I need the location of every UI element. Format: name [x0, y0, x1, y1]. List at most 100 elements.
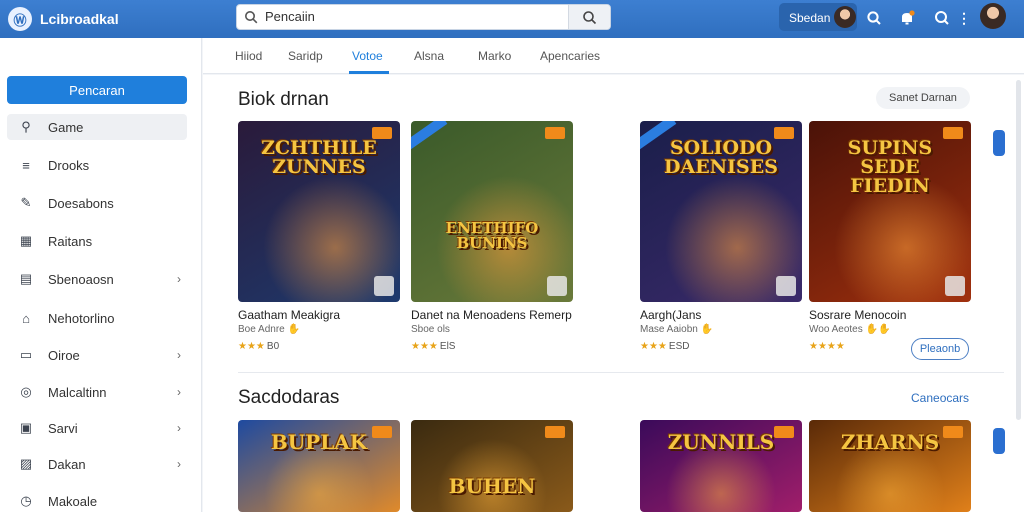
- game-cover-image[interactable]: ENETHIFO BUNINS: [411, 121, 573, 302]
- cover-title: SOLIODO DAENISES: [664, 137, 778, 178]
- tab-votoe[interactable]: Votoe: [352, 49, 383, 63]
- expand-icon[interactable]: [776, 276, 796, 296]
- carousel-next-peek[interactable]: [993, 428, 1005, 454]
- sidebar-item[interactable]: ≡ Drooks: [7, 152, 187, 178]
- globe-icon: ◎: [20, 384, 32, 399]
- section-divider: [238, 372, 1004, 373]
- search-icon[interactable]: [864, 8, 884, 28]
- sidebar-item-label: Drooks: [48, 157, 90, 173]
- badge: [774, 127, 794, 139]
- sidebar-item-label: Oiroe: [48, 347, 80, 363]
- stack-icon: ≡: [22, 157, 30, 173]
- sidebar-item-label: Sarvi: [48, 420, 78, 436]
- sidebar-item-label: Doesabons: [48, 195, 114, 211]
- game-title[interactable]: Aargh(Jans: [640, 308, 701, 322]
- search-icon: [244, 10, 258, 29]
- game-cover-image[interactable]: BUPLAK: [238, 420, 400, 512]
- top-bar: Ⓦ Lcibroadkal Sbedan ⋮: [0, 0, 1024, 38]
- rating-stars: ★★★ B0: [238, 341, 279, 352]
- user-menu[interactable]: Sbedan: [779, 3, 857, 31]
- primary-search-button[interactable]: Pencaran: [7, 76, 187, 104]
- tab-marko[interactable]: Marko: [478, 49, 511, 63]
- badge: [545, 127, 565, 139]
- briefcase-icon: ▭: [19, 347, 33, 362]
- star-icons: ★★★: [411, 341, 438, 352]
- user-name: Sbedan: [789, 11, 831, 25]
- rating-stars: ★★★ ElS: [411, 341, 455, 352]
- section-title: Biok drnan: [238, 89, 329, 110]
- sidebar-item-label: Malcaltinn: [48, 384, 107, 400]
- chat-icon[interactable]: [932, 8, 952, 28]
- sidebar-item[interactable]: ▣ Sarvi ›: [7, 415, 187, 441]
- tab-hiiod[interactable]: Hiiod: [235, 49, 262, 63]
- game-subtitle: Woo Aeotes ✋✋: [809, 324, 891, 335]
- sidebar-item-label: Makoale: [48, 493, 98, 509]
- cover-title: ZCHTHILE ZUNNES: [261, 137, 377, 178]
- sidebar-item[interactable]: ✎ Doesabons: [7, 190, 187, 216]
- rating-stars: ★★★★: [809, 341, 847, 352]
- search-bar: [236, 4, 611, 30]
- section-action-button[interactable]: Sanet Darnan: [876, 87, 970, 109]
- clock-icon: ◷: [20, 493, 32, 508]
- expand-icon[interactable]: [945, 276, 965, 296]
- chevron-right-icon: ›: [177, 421, 181, 435]
- search-input[interactable]: [265, 9, 565, 24]
- rating-count: ElS: [439, 341, 456, 352]
- expand-icon[interactable]: [374, 276, 394, 296]
- rating-count: ESD: [668, 341, 690, 352]
- cover-title: BUHEN: [448, 474, 536, 498]
- sidebar-item-label: Nehotorlino: [48, 310, 115, 326]
- sidebar-item[interactable]: ⌂ Nehotorlino: [7, 305, 187, 331]
- sidebar-item[interactable]: ▤ Sbenoaosn ›: [7, 266, 187, 292]
- expand-icon[interactable]: [547, 276, 567, 296]
- badge: [545, 426, 565, 438]
- active-tab-indicator: [349, 71, 389, 74]
- sidebar-item[interactable]: ◎ Malcaltinn ›: [7, 379, 187, 405]
- chevron-right-icon: ›: [177, 457, 181, 471]
- tab-saridp[interactable]: Saridp: [288, 49, 323, 63]
- profile-avatar[interactable]: [980, 3, 1006, 29]
- more-options-icon[interactable]: ⋮: [954, 8, 974, 28]
- game-subtitle: Boe Adnre ✋: [238, 324, 300, 335]
- sidebar-item[interactable]: ▦ Raitans: [7, 228, 187, 254]
- scrollbar[interactable]: [1016, 80, 1021, 420]
- tab-apencaries[interactable]: Apencaries: [540, 49, 600, 63]
- search-icon: [583, 10, 597, 24]
- brand-name: Lcibroadkal: [40, 11, 119, 27]
- cover-title: BUPLAK: [270, 430, 368, 454]
- tab-alsna[interactable]: Alsna: [414, 49, 444, 63]
- game-cover-image[interactable]: ZCHTHILE ZUNNES: [238, 121, 400, 302]
- sidebar-item-label: Sbenoaosn: [48, 271, 114, 287]
- game-title[interactable]: Sosrare Menocoin: [809, 308, 906, 322]
- search-icon: ⚲: [21, 119, 31, 134]
- sidebar-item[interactable]: ⚲ Game: [7, 114, 187, 140]
- game-cover-image[interactable]: SOLIODO DAENISES: [640, 121, 802, 302]
- rating-count: B0: [266, 341, 280, 352]
- carousel-next-peek[interactable]: [993, 130, 1005, 156]
- search-submit-button[interactable]: [568, 5, 610, 29]
- game-title[interactable]: Danet na Menoadens Remerp: [411, 308, 572, 322]
- star-icons: ★★★★: [809, 341, 845, 352]
- notification-bell-icon[interactable]: [897, 8, 917, 28]
- play-button[interactable]: Pleaonb: [911, 338, 969, 360]
- star-icons: ★★★: [640, 341, 667, 352]
- game-cover-image[interactable]: BUHEN: [411, 420, 573, 512]
- cover-title: ZHARNS: [840, 430, 940, 454]
- avatar: [834, 6, 856, 28]
- sidebar-item[interactable]: ▨ Dakan ›: [7, 451, 187, 477]
- cover-art: [411, 121, 573, 302]
- section-see-all-link[interactable]: Caneocars: [911, 391, 969, 405]
- game-title[interactable]: Gaatham Meakigra: [238, 308, 340, 322]
- game-cover-image[interactable]: ZUNNILS: [640, 420, 802, 512]
- sidebar-item[interactable]: ▭ Oiroe ›: [7, 342, 187, 368]
- pen-icon: ✎: [20, 195, 32, 210]
- image-icon: ▨: [19, 456, 33, 471]
- game-subtitle: Mase Aaiobn ✋: [640, 324, 714, 335]
- app-logo-icon[interactable]: Ⓦ: [8, 7, 32, 31]
- game-cover-image[interactable]: SUPINS SEDE FIEDIN: [809, 121, 971, 302]
- section-title: Sacdodaras: [238, 387, 340, 408]
- home-icon: ⌂: [22, 310, 30, 326]
- sidebar-item[interactable]: ◷ Makoale: [7, 488, 187, 512]
- sidebar-item-label: Dakan: [48, 456, 86, 472]
- game-cover-image[interactable]: ZHARNS: [809, 420, 971, 512]
